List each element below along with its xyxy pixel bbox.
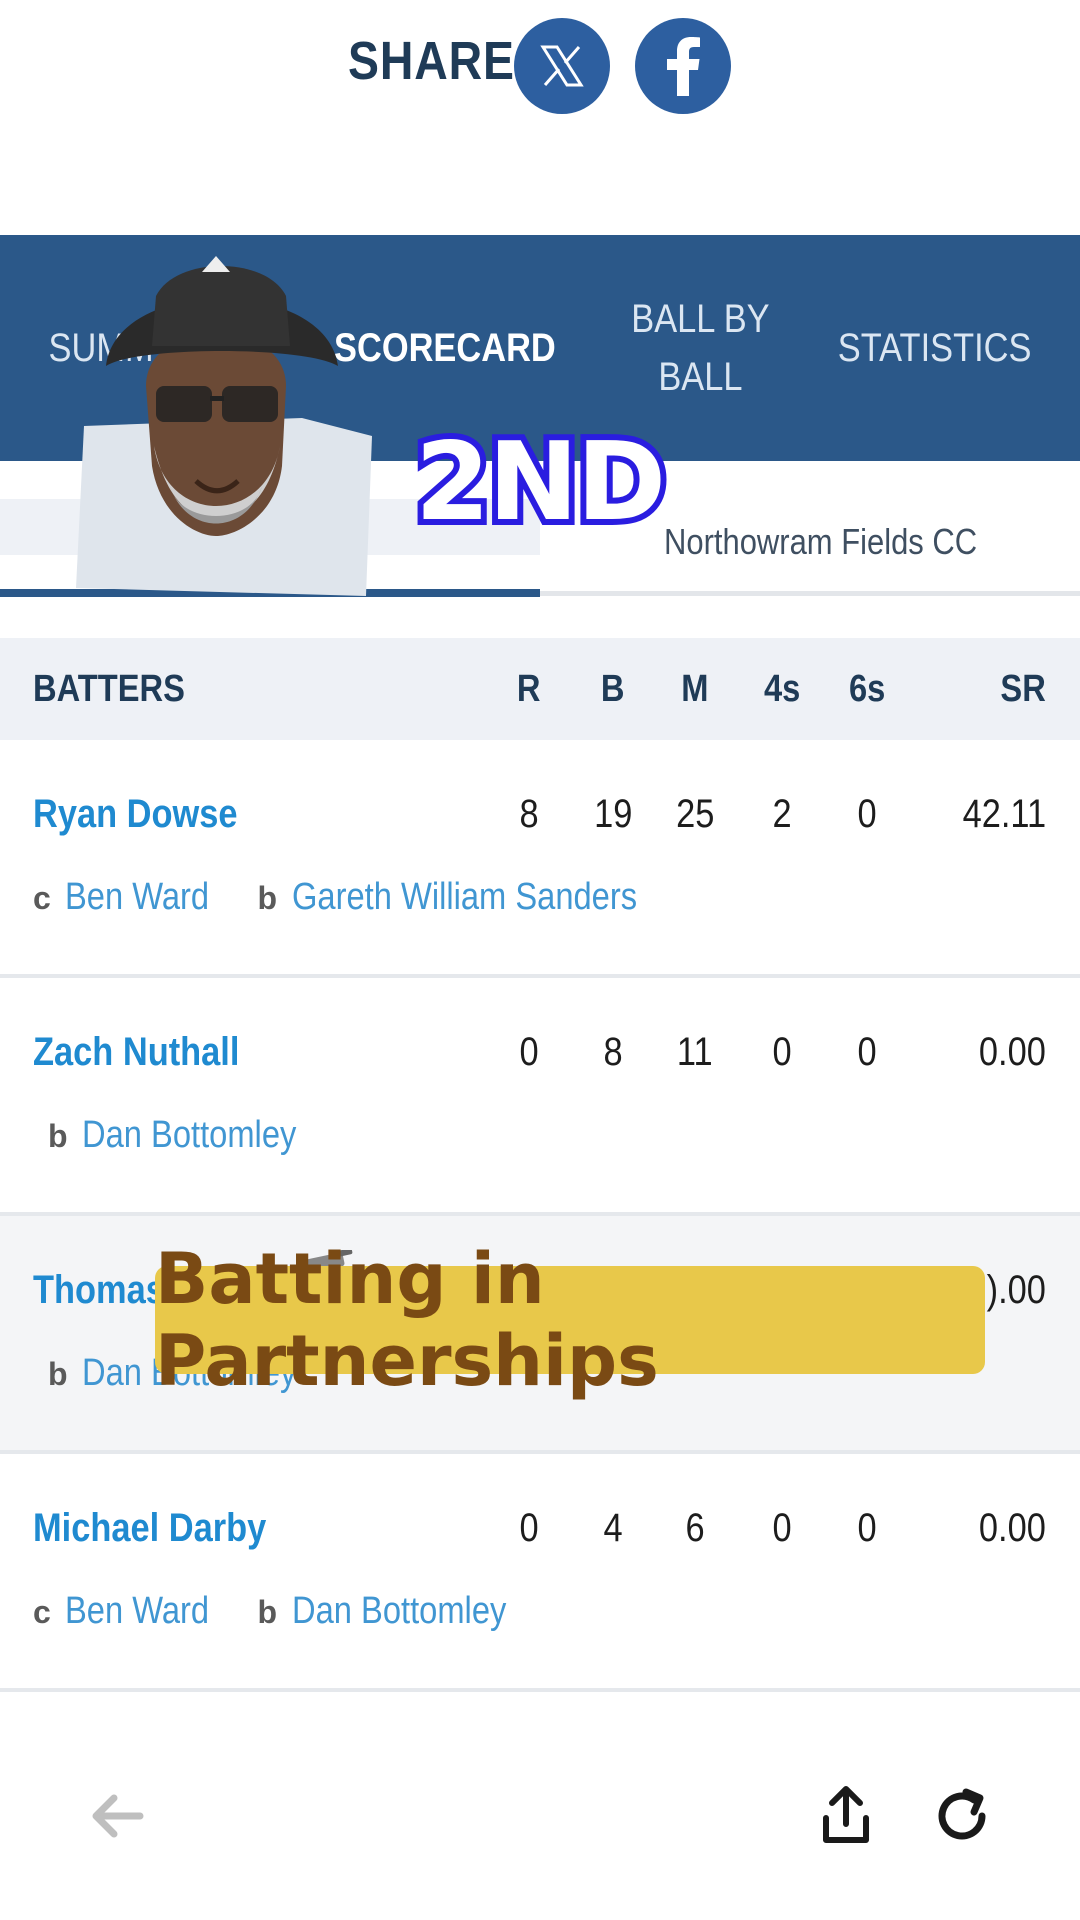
bowled-marker: b [48, 1356, 68, 1392]
fielder-link[interactable]: Ben Ward [65, 1590, 209, 1633]
header-batters: BATTERS [33, 668, 185, 710]
bowler-link[interactable]: Gareth William Sanders [292, 876, 637, 919]
dismissal-info: c Ben Ward b Dan Bottomley [33, 1590, 541, 1633]
table-row: Ryan Dowse 8 19 25 2 0 42.11 c Ben Ward … [0, 740, 1080, 978]
caption-text: Batting in Partnerships [155, 1238, 659, 1402]
runs-cell: 8 [519, 792, 539, 836]
presenter-video-overlay [76, 236, 372, 596]
header-minutes: M [681, 668, 709, 710]
balls-cell: 4 [603, 1506, 623, 1550]
runs-cell: 0 [519, 1506, 539, 1550]
back-button[interactable] [76, 1776, 156, 1856]
x-logo-icon [540, 45, 584, 87]
tab-statistics[interactable]: STATISTICS [830, 235, 1040, 461]
header-sixes: 6s [848, 668, 886, 710]
back-arrow-icon [92, 1794, 144, 1838]
bowled-marker: b [48, 1118, 68, 1154]
batters-table-header: BATTERS R B M 4s 6s SR [0, 638, 1080, 740]
minutes-cell: 25 [675, 792, 715, 836]
fours-cell: 0 [772, 1030, 792, 1074]
reload-icon [938, 1788, 986, 1840]
dismissal-info: c Ben Ward b Gareth William Sanders [33, 876, 693, 919]
browser-toolbar [0, 1700, 1080, 1920]
fours-cell: 0 [772, 1506, 792, 1550]
strike-rate-cell: 0.00 [979, 1030, 1046, 1074]
batter-name-link[interactable]: Zach Nuthall [33, 1030, 273, 1075]
runs-cell: 0 [519, 1030, 539, 1074]
bowled-marker: b [257, 880, 278, 916]
share-x-button[interactable] [514, 18, 610, 114]
table-row: Zach Nuthall 0 8 11 0 0 0.00 b Dan Botto… [0, 978, 1080, 1216]
table-row: Michael Darby 0 4 6 0 0 0.00 c Ben Ward … [0, 1454, 1080, 1692]
facebook-logo-icon [667, 37, 700, 96]
batter-name-link[interactable]: Michael Darby [33, 1506, 304, 1551]
presenter-image [76, 256, 372, 596]
strike-rate-cell: 0.00 [979, 1506, 1046, 1550]
sixes-cell: 0 [857, 1030, 877, 1074]
sixes-cell: 0 [857, 1506, 877, 1550]
batter-name-link[interactable]: Ryan Dowse [33, 792, 271, 837]
reload-button[interactable] [924, 1776, 1004, 1856]
innings-inactive-indicator [540, 591, 1080, 596]
tab-ball-by-ball-label: BALL BY BALL [631, 290, 769, 406]
fours-cell: 2 [772, 792, 792, 836]
fielder-link[interactable]: Ben Ward [65, 876, 209, 919]
header-strike-rate: SR [1000, 668, 1046, 710]
share-facebook-button[interactable] [635, 18, 731, 114]
share-upload-icon [823, 1786, 869, 1843]
caught-marker: c [33, 880, 51, 916]
share-label: SHARE [348, 31, 515, 91]
header-runs: R [517, 668, 541, 710]
header-balls: B [601, 668, 625, 710]
innings-tab-away[interactable]: Northowram Fields CC [664, 521, 977, 563]
sticker-2nd-text: 2ND [409, 414, 672, 551]
tab-ball-by-ball-line1: BALL BY [630, 297, 770, 341]
share-bar: SHARE [0, 0, 1080, 235]
strike-rate-cell: 42.11 [962, 792, 1046, 836]
bowler-link[interactable]: Dan Bottomley [82, 1114, 296, 1157]
balls-cell: 8 [603, 1030, 623, 1074]
balls-cell: 19 [593, 792, 633, 836]
caught-marker: c [33, 1594, 51, 1630]
tab-statistics-label: STATISTICS [838, 326, 1032, 370]
tab-ball-by-ball-line2: BALL [657, 355, 743, 399]
caption-banner: Batting in Partnerships [155, 1238, 985, 1402]
share-page-button[interactable] [806, 1776, 886, 1856]
sixes-cell: 0 [857, 792, 877, 836]
bowler-link[interactable]: Dan Bottomley [292, 1590, 506, 1633]
minutes-cell: 11 [677, 1030, 713, 1074]
dismissal-info: b Dan Bottomley [48, 1114, 331, 1157]
minutes-cell: 6 [685, 1506, 705, 1550]
header-fours: 4s [763, 668, 801, 710]
bowled-marker: b [257, 1594, 278, 1630]
